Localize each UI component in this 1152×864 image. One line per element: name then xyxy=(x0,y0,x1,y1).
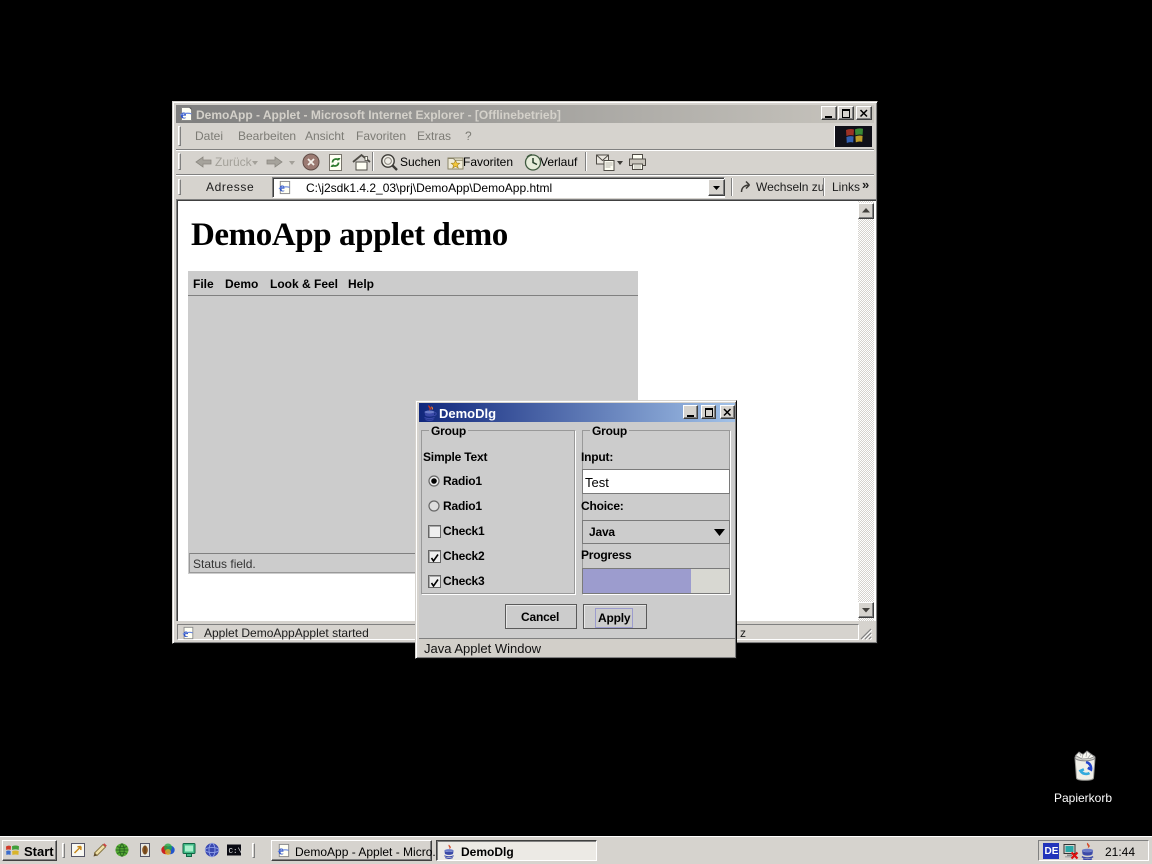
svg-text:C:\: C:\ xyxy=(229,848,243,856)
